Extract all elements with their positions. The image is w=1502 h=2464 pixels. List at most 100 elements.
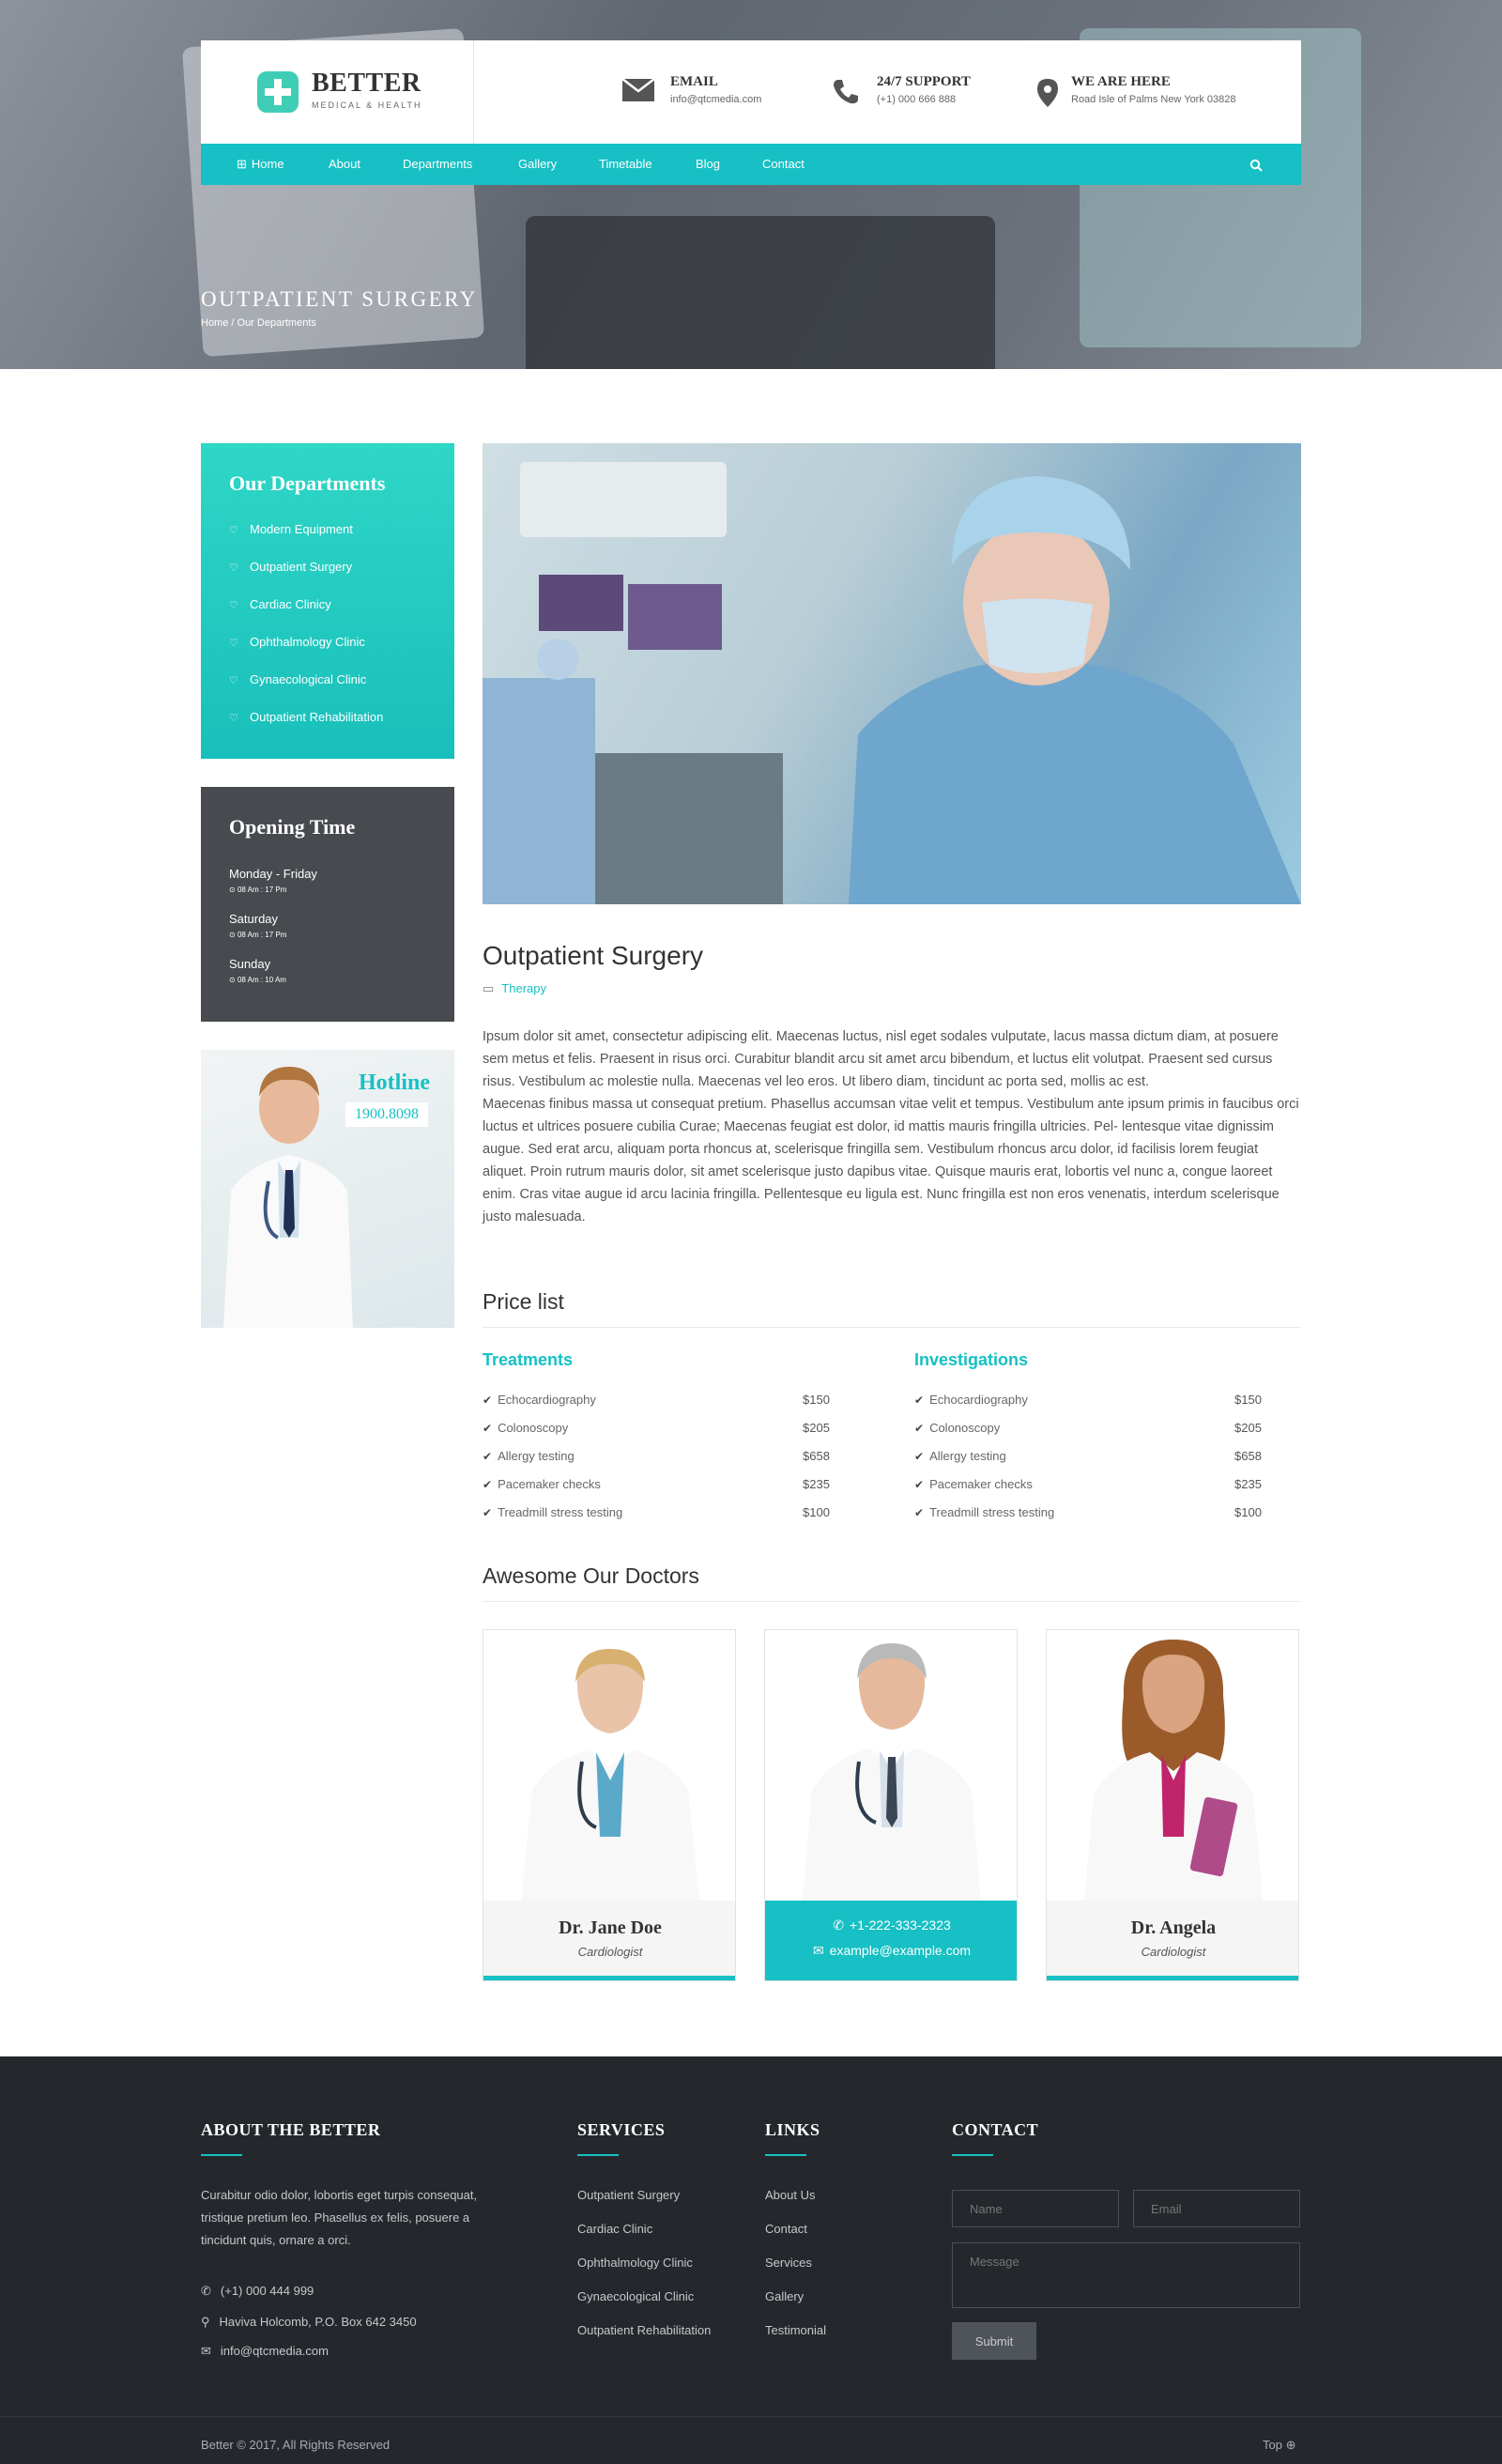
home-grid-icon: ⊞ [237, 157, 247, 171]
footer-email[interactable]: ✉ info@qtcmedia.com [201, 2340, 329, 2363]
opening-day: Sunday [229, 957, 271, 971]
department-link[interactable]: ♡ Gynaecological Clinic [229, 672, 366, 686]
footer-service-link[interactable]: Outpatient Surgery [577, 2188, 680, 2202]
stethoscope-icon: ♡ [229, 600, 238, 611]
doctor-email[interactable]: ✉ example@example.com [765, 1943, 1017, 1959]
post-title: Outpatient Surgery [483, 941, 704, 970]
hotline-widget[interactable]: Hotline 1900.8098 [201, 1050, 454, 1328]
location-value: Road Isle of Palms New York 03828 [1071, 94, 1236, 105]
nav-blog[interactable]: Blog [696, 144, 720, 185]
check-icon: ✔ [483, 1450, 493, 1463]
logo-name[interactable]: BETTER [312, 69, 421, 99]
nav-timetable[interactable]: Timetable [599, 144, 652, 185]
departments-title: Our Departments [229, 471, 386, 495]
nav-contact[interactable]: Contact [762, 144, 805, 185]
department-link[interactable]: ♡ Ophthalmology Clinic [229, 635, 365, 649]
department-label: Outpatient Surgery [250, 560, 353, 574]
post-body: Ipsum dolor sit amet, consectetur adipis… [483, 1025, 1301, 1228]
price-item: ✔ Colonoscopy [914, 1421, 1000, 1435]
support-value[interactable]: (+1) 000 666 888 [877, 94, 971, 105]
card-accent-bar [483, 1976, 735, 1980]
price-item-name: Colonoscopy [498, 1421, 569, 1435]
stethoscope-icon: ♡ [229, 525, 238, 536]
department-link[interactable]: ♡ Outpatient Surgery [229, 560, 352, 574]
doctor-card[interactable]: Dr. Angela Cardiologist [1046, 1629, 1299, 1981]
footer-address-value: Haviva Holcomb, P.O. Box 642 3450 [219, 2315, 417, 2329]
email-field[interactable] [1133, 2190, 1300, 2227]
price-item: ✔ Treadmill stress testing [483, 1505, 622, 1519]
doctor-card[interactable]: Dr. Jane Doe Cardiologist [483, 1629, 736, 1981]
department-label: Modern Equipment [250, 522, 353, 536]
post-paragraph: Ipsum dolor sit amet, consectetur adipis… [483, 1029, 1279, 1089]
doctor-name[interactable]: Dr. Jane Doe [483, 1917, 735, 1939]
price-item-name: Colonoscopy [929, 1421, 1001, 1435]
price-item-name: Echocardiography [929, 1393, 1028, 1407]
doctor-photo [1047, 1630, 1298, 1901]
investigations-title: Investigations [914, 1350, 1029, 1369]
search-icon[interactable] [1249, 144, 1263, 185]
category-label: Therapy [501, 981, 546, 995]
check-icon: ✔ [914, 1422, 925, 1435]
footer-link[interactable]: Services [765, 2256, 812, 2270]
check-icon: ✔ [483, 1422, 493, 1435]
footer-service-link[interactable]: Outpatient Rehabilitation [577, 2323, 711, 2337]
department-link[interactable]: ♡ Outpatient Rehabilitation [229, 710, 383, 724]
back-to-top-link[interactable]: Top ⊕ [1263, 2438, 1295, 2453]
opening-time-value: 08 Am : 17 Pm [237, 931, 287, 939]
price-value: $150 [1234, 1393, 1262, 1407]
footer-link[interactable]: Gallery [765, 2289, 804, 2303]
check-icon: ✔ [483, 1394, 493, 1407]
logo-cross-icon[interactable] [257, 71, 299, 113]
footer-divider [0, 2416, 1502, 2417]
opening-time: ⊙ 08 Am : 10 Am [229, 976, 286, 984]
footer-service-link[interactable]: Ophthalmology Clinic [577, 2256, 693, 2270]
treatments-title: Treatments [483, 1350, 574, 1369]
nav-about[interactable]: About [329, 144, 360, 185]
breadcrumb[interactable]: Home / Our Departments [201, 317, 316, 329]
check-icon: ✔ [914, 1394, 925, 1407]
opening-day: Monday - Friday [229, 867, 317, 881]
footer-service-link[interactable]: Cardiac Clinic [577, 2222, 652, 2236]
doctor-phone-value: +1-222-333-2323 [849, 1917, 951, 1933]
message-field[interactable] [952, 2242, 1300, 2308]
doctor-card[interactable]: ✆ +1-222-333-2323 ✉ example@example.com [764, 1629, 1018, 1981]
footer-email-value: info@qtcmedia.com [220, 2344, 329, 2358]
location-info: WE ARE HERE Road Isle of Palms New York … [1071, 74, 1236, 105]
footer-accent-line [201, 2154, 242, 2156]
nav-gallery[interactable]: Gallery [518, 144, 557, 185]
opening-time: ⊙ 08 Am : 17 Pm [229, 886, 287, 894]
laptop-decoration [526, 216, 995, 369]
department-link[interactable]: ♡ Modern Equipment [229, 522, 353, 536]
email-value[interactable]: info@qtcmedia.com [670, 94, 761, 105]
department-link[interactable]: ♡ Cardiac Clinicy [229, 597, 331, 611]
check-icon: ✔ [914, 1450, 925, 1463]
opening-time: ⊙ 08 Am : 17 Pm [229, 931, 287, 939]
name-field[interactable] [952, 2190, 1119, 2227]
footer-link[interactable]: Contact [765, 2222, 807, 2236]
nav-home[interactable]: ⊞ Home [237, 144, 284, 185]
nav-departments[interactable]: Departments [403, 144, 472, 185]
doctor-info: Dr. Jane Doe Cardiologist [483, 1901, 735, 1978]
price-item: ✔ Allergy testing [914, 1449, 1006, 1463]
doctor-name[interactable]: Dr. Angela [1047, 1917, 1298, 1939]
post-category[interactable]: ▭ Therapy [483, 981, 546, 996]
department-label: Ophthalmology Clinic [250, 635, 365, 649]
price-value: $658 [803, 1449, 830, 1463]
submit-button[interactable]: Submit [952, 2322, 1036, 2360]
footer-phone[interactable]: ✆ (+1) 000 444 999 [201, 2280, 314, 2302]
footer-accent-line [952, 2154, 993, 2156]
price-item: ✔ Pacemaker checks [483, 1477, 601, 1491]
price-value: $100 [803, 1505, 830, 1519]
doctor-photo [483, 1630, 735, 1901]
hotline-number[interactable]: 1900.8098 [345, 1102, 428, 1127]
divider [483, 1327, 1301, 1328]
header-divider [473, 40, 474, 144]
footer-service-link[interactable]: Gynaecological Clinic [577, 2289, 694, 2303]
card-accent-bar [765, 1976, 1017, 1980]
footer-link[interactable]: About Us [765, 2188, 815, 2202]
support-info: 24/7 SUPPORT (+1) 000 666 888 [877, 74, 971, 105]
doctor-phone[interactable]: ✆ +1-222-333-2323 [765, 1917, 1017, 1933]
footer-address: ⚲ Haviva Holcomb, P.O. Box 642 3450 [201, 2311, 417, 2333]
surgery-photo [483, 443, 1301, 904]
footer-link[interactable]: Testimonial [765, 2323, 826, 2337]
